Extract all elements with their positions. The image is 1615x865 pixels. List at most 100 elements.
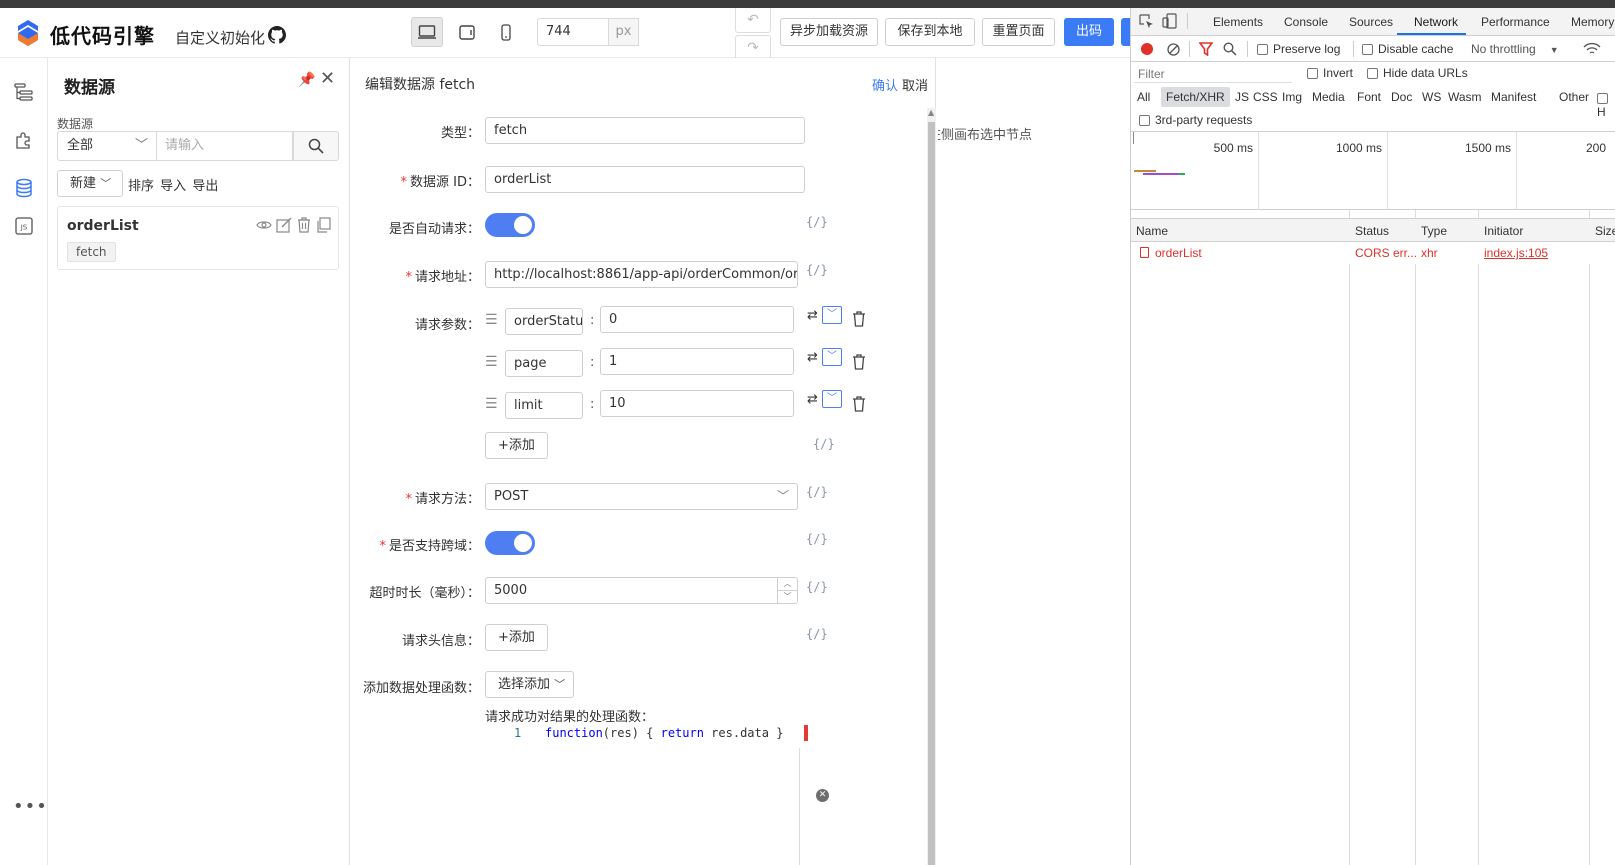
stepper-down-icon[interactable]: ﹀ — [778, 590, 797, 602]
code-editor-line[interactable]: function(res) { return res.data } — [545, 726, 783, 740]
edit-icon[interactable] — [276, 217, 292, 233]
swap-type-icon[interactable]: ⇄ — [807, 308, 818, 323]
delete-param-icon[interactable] — [852, 311, 866, 327]
pin-icon[interactable]: 📌 — [298, 72, 315, 88]
clear-icon[interactable] — [1167, 43, 1180, 56]
type-filter-js[interactable]: JS — [1235, 90, 1249, 104]
canvas-width-input[interactable]: 744 — [537, 18, 609, 46]
device-toolbar-icon[interactable] — [1162, 13, 1177, 29]
reset-page-button[interactable]: 重置页面 — [982, 18, 1055, 46]
cancel-button[interactable]: 取消 — [902, 75, 928, 94]
add-param-button[interactable]: +添加 — [485, 432, 548, 459]
column-header-initiator[interactable]: Initiator — [1484, 224, 1523, 238]
param-value-input[interactable]: 1 — [600, 348, 794, 375]
code-toggle-icon[interactable]: {/} — [806, 263, 828, 277]
invert-checkbox[interactable]: Invert — [1307, 66, 1353, 80]
param-key-input[interactable]: orderStatus — [505, 308, 583, 335]
device-desktop-button[interactable] — [411, 17, 443, 47]
param-type-dropdown[interactable]: ﹀ — [822, 390, 842, 408]
design-canvas[interactable]: 左侧画布选中节点 — [936, 58, 1130, 865]
hide-data-urls-checkbox[interactable]: Hide data URLs — [1367, 66, 1468, 80]
js-code-icon[interactable]: JS — [14, 216, 34, 236]
stepper-up-icon[interactable]: ︿ — [778, 578, 797, 590]
search-button[interactable] — [293, 131, 339, 161]
save-local-button[interactable]: 保存到本地 — [885, 18, 975, 46]
type-filter-wasm[interactable]: Wasm — [1448, 90, 1482, 104]
param-value-input[interactable]: 10 — [600, 390, 794, 417]
import-link[interactable]: 导入 — [160, 179, 186, 194]
redo-button[interactable]: ↷ — [735, 35, 771, 60]
type-filter-other[interactable]: Other — [1559, 90, 1589, 104]
disable-cache-checkbox[interactable]: Disable cache — [1362, 42, 1453, 56]
datasource-filter-select[interactable]: 全部 ﹀ — [57, 131, 157, 161]
column-header-type[interactable]: Type — [1421, 224, 1447, 238]
swap-type-icon[interactable]: ⇄ — [807, 350, 818, 365]
handler-select[interactable]: 选择添加 ﹀ — [485, 671, 575, 698]
code-toggle-icon[interactable]: {/} — [806, 580, 828, 594]
tab-elements[interactable]: Elements — [1213, 15, 1263, 29]
sort-link[interactable]: 排序 — [128, 179, 154, 194]
type-filter-css[interactable]: CSS — [1253, 90, 1278, 104]
param-key-input[interactable]: page — [505, 350, 583, 377]
search-icon[interactable] — [1223, 42, 1237, 56]
code-toggle-icon[interactable]: {/} — [806, 485, 828, 499]
cors-toggle[interactable] — [485, 531, 535, 555]
async-load-button[interactable]: 异步加载资源 — [780, 18, 878, 46]
undo-button[interactable]: ↶ — [735, 8, 771, 33]
component-puzzle-icon[interactable] — [14, 130, 34, 150]
datasource-list-item[interactable]: orderList fetch — [57, 206, 339, 270]
type-filter-doc[interactable]: Doc — [1391, 90, 1412, 104]
export-link[interactable]: 导出 — [192, 179, 218, 194]
editor-scrollbar[interactable]: ▲ — [927, 108, 936, 865]
drag-handle-icon[interactable]: ☰ — [485, 396, 498, 412]
id-input[interactable]: orderList — [485, 166, 805, 193]
column-header-size[interactable]: Size — [1595, 224, 1615, 238]
copy-icon[interactable] — [316, 217, 332, 233]
url-input[interactable]: http://localhost:8861/app-api/orderCommo… — [485, 261, 798, 288]
scrollbar-thumb[interactable] — [928, 122, 935, 865]
type-filter-font[interactable]: Font — [1357, 90, 1381, 104]
more-icon[interactable]: ••• — [13, 796, 48, 817]
delete-param-icon[interactable] — [852, 396, 866, 412]
auto-request-toggle[interactable] — [485, 213, 535, 237]
request-initiator-link[interactable]: index.js:105 — [1484, 246, 1548, 260]
tab-performance[interactable]: Performance — [1481, 15, 1550, 29]
param-key-input[interactable]: limit — [505, 392, 583, 419]
inspect-element-icon[interactable] — [1139, 14, 1154, 29]
type-filter-manifest[interactable]: Manifest — [1491, 90, 1536, 104]
type-filter-all[interactable]: All — [1137, 90, 1150, 104]
swap-type-icon[interactable]: ⇄ — [807, 392, 818, 407]
type-filter-media[interactable]: Media — [1312, 90, 1345, 104]
delete-param-icon[interactable] — [852, 354, 866, 370]
code-toggle-icon[interactable]: {/} — [806, 215, 828, 229]
type-filter-ws[interactable]: WS — [1422, 90, 1441, 104]
tab-sources[interactable]: Sources — [1349, 15, 1393, 29]
param-value-input[interactable]: 0 — [600, 306, 794, 333]
add-header-button[interactable]: +添加 — [485, 624, 548, 651]
table-row[interactable]: orderList CORS err... xhr index.js:105 — [1131, 242, 1615, 264]
type-filter-fetch-xhr[interactable]: Fetch/XHR — [1161, 87, 1230, 107]
type-input[interactable]: fetch — [485, 117, 805, 144]
tab-console[interactable]: Console — [1284, 15, 1328, 29]
outline-tree-icon[interactable] — [14, 82, 34, 102]
tab-network[interactable]: Network — [1414, 15, 1458, 29]
device-tablet-button[interactable] — [451, 17, 483, 47]
preserve-log-checkbox[interactable]: Preserve log — [1257, 42, 1340, 56]
drag-handle-icon[interactable]: ☰ — [485, 354, 498, 370]
network-timeline-overview[interactable]: 500 ms 1000 ms 1500 ms 200 — [1131, 132, 1615, 210]
code-toggle-icon[interactable]: {/} — [813, 437, 835, 451]
datasource-database-icon[interactable] — [14, 178, 34, 198]
column-header-name[interactable]: Name — [1136, 224, 1168, 238]
filter-input[interactable]: Filter — [1134, 65, 1292, 83]
param-type-dropdown[interactable]: ﹀ — [822, 348, 842, 366]
overflow-button-partial[interactable] — [1121, 18, 1130, 46]
code-toggle-icon[interactable]: {/} — [806, 532, 828, 546]
code-toggle-icon[interactable]: {/} — [806, 627, 828, 641]
view-eye-icon[interactable] — [256, 217, 272, 233]
timeout-input[interactable]: 5000 ︿ ﹀ — [485, 577, 798, 604]
export-code-button[interactable]: 出码 — [1064, 18, 1114, 46]
network-conditions-icon[interactable] — [1583, 42, 1601, 56]
clear-circle-icon[interactable]: ✕ — [816, 789, 829, 802]
datasource-search-input[interactable]: 请输入 — [157, 131, 293, 161]
number-stepper[interactable]: ︿ ﹀ — [777, 578, 797, 603]
